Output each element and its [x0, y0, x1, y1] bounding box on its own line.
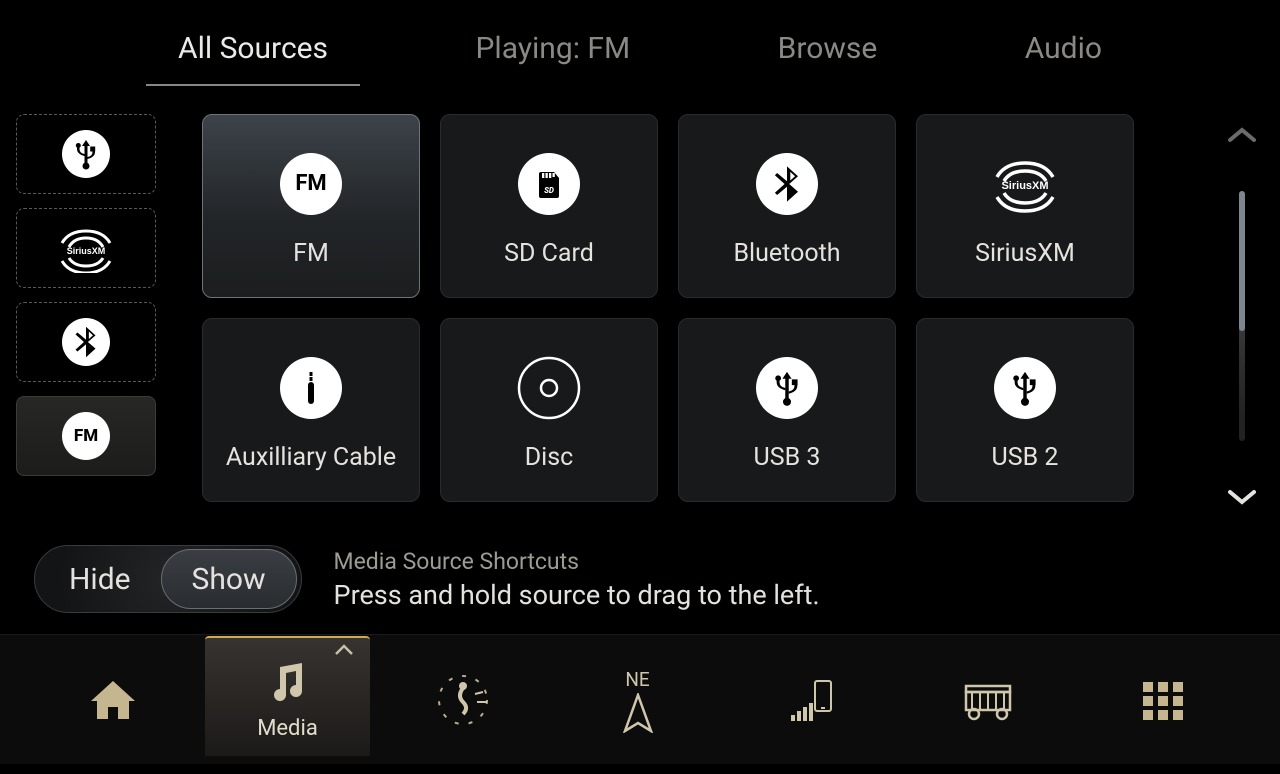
- app-label: Media: [257, 716, 318, 741]
- source-label: SiriusXM: [975, 239, 1075, 268]
- source-usb2[interactable]: USB 2: [916, 318, 1134, 502]
- shortcut-slot-bluetooth[interactable]: [16, 302, 156, 382]
- scrollbar: [1212, 114, 1272, 524]
- shortcut-dock: FM: [16, 114, 156, 524]
- app-bar: Media NE: [0, 634, 1280, 764]
- fm-icon: FM: [62, 412, 110, 460]
- app-climate[interactable]: [380, 644, 545, 756]
- shortcut-panel: Hide Show Media Source Shortcuts Press a…: [0, 524, 1280, 634]
- app-home[interactable]: [30, 644, 195, 756]
- source-label: USB 2: [992, 443, 1059, 472]
- siriusxm-icon: [46, 223, 126, 273]
- shortcut-slot-fm[interactable]: FM: [16, 396, 156, 476]
- tab-playing[interactable]: Playing: FM: [468, 7, 639, 88]
- chevron-up-icon: [334, 644, 354, 656]
- source-label: Bluetooth: [733, 239, 840, 268]
- scroll-thumb[interactable]: [1239, 191, 1245, 331]
- source-bluetooth[interactable]: Bluetooth: [678, 114, 896, 298]
- nav-icon: [621, 693, 655, 733]
- source-label: FM: [293, 239, 329, 268]
- bluetooth-icon: [62, 318, 110, 366]
- source-label: Auxilliary Cable: [226, 443, 396, 472]
- usb-icon: [62, 130, 110, 178]
- aux-icon: [280, 357, 342, 419]
- source-label: Disc: [525, 443, 573, 472]
- media-tabs: All Sources Playing: FM Browse Audio: [0, 0, 1280, 94]
- source-aux[interactable]: Auxilliary Cable: [202, 318, 420, 502]
- panel-title: Media Source Shortcuts: [334, 548, 820, 575]
- usb-icon: [756, 357, 818, 419]
- hide-show-toggle: Hide Show: [34, 545, 302, 613]
- app-nav[interactable]: NE: [555, 644, 720, 756]
- tab-audio[interactable]: Audio: [1017, 7, 1110, 88]
- source-grid: FM FM SD Card Bluetooth SiriusXM Auxilli…: [202, 114, 1134, 524]
- scroll-track[interactable]: [1239, 191, 1245, 441]
- climate-icon: [433, 673, 493, 727]
- app-phone[interactable]: [730, 644, 895, 756]
- source-usb3[interactable]: USB 3: [678, 318, 896, 502]
- fm-icon: FM: [280, 153, 342, 215]
- source-siriusxm[interactable]: SiriusXM: [916, 114, 1134, 298]
- phone-icon: [785, 673, 841, 727]
- disc-icon: [516, 355, 582, 421]
- show-button[interactable]: Show: [161, 549, 297, 609]
- source-disc[interactable]: Disc: [440, 318, 658, 502]
- scroll-up-icon[interactable]: [1228, 126, 1256, 144]
- app-media[interactable]: Media: [205, 636, 370, 756]
- nav-heading: NE: [625, 668, 649, 691]
- app-apps[interactable]: [1080, 644, 1245, 756]
- siriusxm-icon: [975, 151, 1075, 217]
- hide-button[interactable]: Hide: [39, 549, 161, 609]
- source-fm[interactable]: FM FM: [202, 114, 420, 298]
- music-icon: [264, 654, 312, 708]
- shortcut-slot-siriusxm[interactable]: [16, 208, 156, 288]
- home-icon: [85, 673, 141, 727]
- panel-subtitle: Press and hold source to drag to the lef…: [334, 579, 820, 611]
- tab-all-sources[interactable]: All Sources: [170, 7, 336, 88]
- apps-grid-icon: [1139, 673, 1187, 727]
- tab-browse[interactable]: Browse: [770, 7, 886, 88]
- usb-icon: [994, 357, 1056, 419]
- source-label: SD Card: [504, 239, 594, 268]
- source-label: USB 3: [754, 443, 821, 472]
- vehicle-icon: [956, 673, 1020, 727]
- app-vehicle[interactable]: [905, 644, 1070, 756]
- sdcard-icon: [518, 153, 580, 215]
- source-sdcard[interactable]: SD Card: [440, 114, 658, 298]
- bluetooth-icon: [756, 153, 818, 215]
- main-area: FM FM FM SD Card Bluetooth SiriusXM: [0, 94, 1280, 524]
- shortcut-slot-usb[interactable]: [16, 114, 156, 194]
- scroll-down-icon[interactable]: [1228, 488, 1256, 506]
